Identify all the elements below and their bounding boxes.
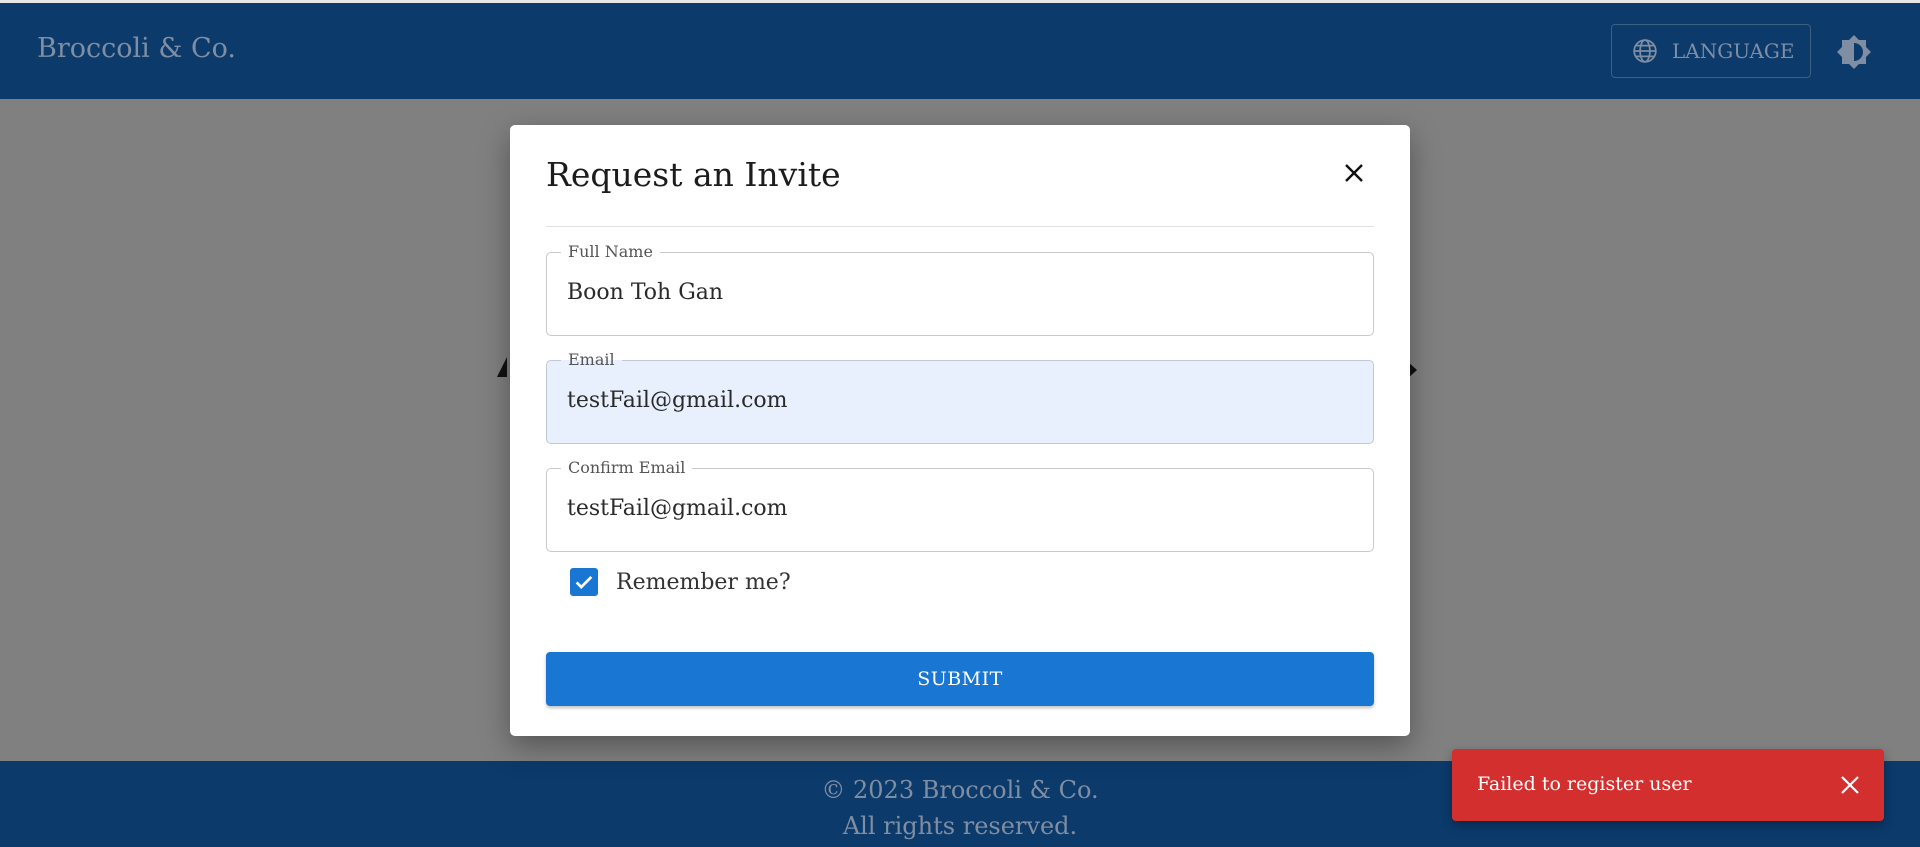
remember-me-checkbox[interactable] (570, 568, 598, 596)
app-header: Broccoli & Co. LANGUAGE (0, 0, 1920, 99)
dialog-title: Request an Invite (546, 155, 841, 194)
submit-button[interactable]: SUBMIT (546, 652, 1374, 706)
brightness-icon[interactable] (1836, 34, 1872, 70)
confirm-email-input[interactable] (567, 496, 1347, 521)
invite-dialog: Request an Invite Full Name Email Confir… (510, 125, 1410, 736)
close-icon[interactable] (1342, 161, 1366, 185)
brand-logo[interactable]: Broccoli & Co. (37, 33, 236, 64)
remember-me-row[interactable]: Remember me? (570, 568, 791, 596)
remember-me-label: Remember me? (616, 569, 791, 595)
background-decoration (497, 357, 507, 377)
email-field[interactable]: Email (546, 350, 1374, 444)
globe-icon (1633, 39, 1657, 63)
toast-message: Failed to register user (1477, 773, 1692, 795)
close-icon[interactable] (1840, 775, 1860, 795)
error-toast: Failed to register user (1452, 749, 1884, 821)
confirm-email-label: Confirm Email (561, 458, 693, 478)
language-label: LANGUAGE (1672, 39, 1795, 63)
full-name-input[interactable] (567, 280, 1347, 305)
full-name-field[interactable]: Full Name (546, 242, 1374, 336)
email-label: Email (561, 350, 622, 370)
full-name-label: Full Name (561, 242, 660, 262)
language-button[interactable]: LANGUAGE (1611, 24, 1811, 78)
confirm-email-field[interactable]: Confirm Email (546, 458, 1374, 552)
email-input[interactable] (567, 388, 1347, 413)
checkmark-icon (575, 575, 593, 589)
dialog-divider (546, 226, 1374, 227)
